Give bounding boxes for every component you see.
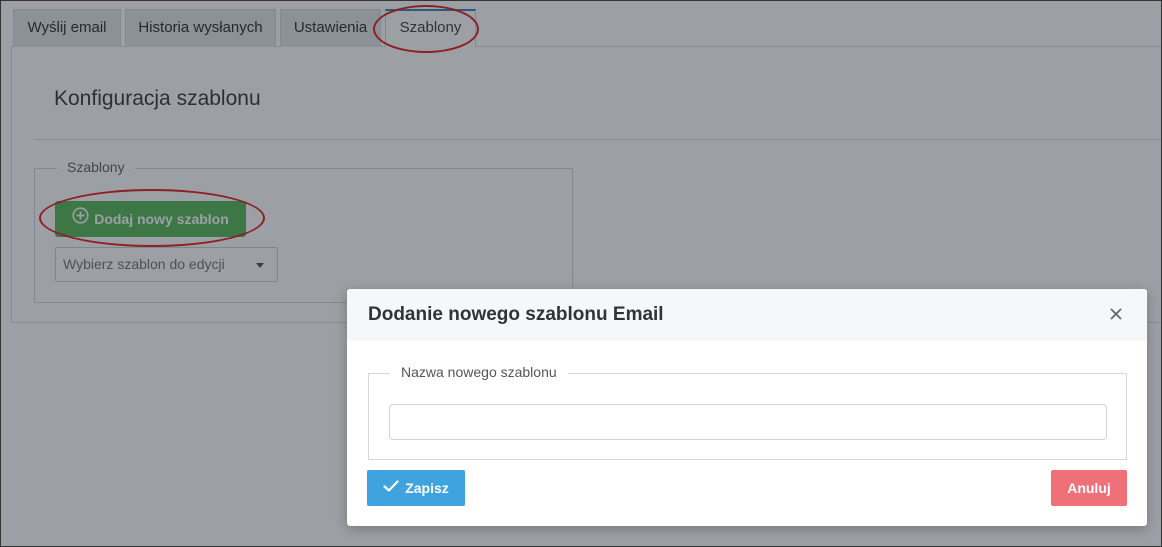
template-name-fieldset: Nazwa nowego szablonu: [368, 364, 1127, 460]
save-label: Zapisz: [405, 480, 449, 496]
modal-title: Dodanie nowego szablonu Email: [368, 304, 664, 325]
modal-header: Dodanie nowego szablonu Email: [347, 289, 1147, 341]
save-button[interactable]: Zapisz: [367, 470, 465, 506]
close-button[interactable]: [1105, 303, 1127, 325]
close-icon: [1105, 308, 1127, 329]
template-name-legend: Nazwa nowego szablonu: [390, 364, 568, 380]
add-template-modal: Dodanie nowego szablonu Email Nazwa nowe…: [347, 289, 1147, 526]
cancel-label: Anuluj: [1067, 480, 1111, 496]
app-window: Wyślij email Historia wysłanych Ustawien…: [0, 0, 1162, 547]
cancel-button[interactable]: Anuluj: [1051, 470, 1127, 506]
template-name-input[interactable]: [389, 404, 1107, 440]
check-icon: [383, 470, 399, 506]
